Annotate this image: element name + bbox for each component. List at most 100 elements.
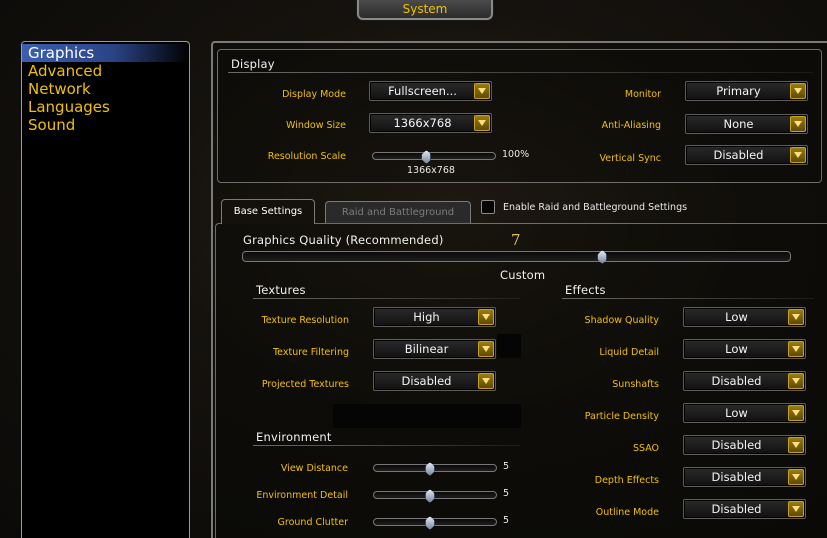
chevron-down-icon[interactable]	[478, 373, 494, 389]
vsync-label: Vertical Sync	[599, 153, 661, 164]
environment-detail-label: Environment Detail	[256, 490, 348, 501]
projected-textures-value: Disabled	[401, 374, 452, 388]
texture-filtering-dropdown[interactable]: Bilinear	[373, 339, 496, 359]
shadow-quality-dropdown[interactable]: Low	[683, 307, 806, 327]
view-distance-slider[interactable]	[373, 464, 497, 472]
display-divider	[228, 72, 813, 73]
ssao-dropdown[interactable]: Disabled	[683, 435, 806, 455]
window-size-label: Window Size	[286, 120, 346, 131]
display-mode-label: Display Mode	[282, 89, 346, 100]
category-graphics[interactable]: Graphics	[22, 44, 189, 62]
chevron-down-icon[interactable]	[790, 147, 806, 163]
sunshafts-value: Disabled	[711, 374, 762, 388]
display-mode-dropdown[interactable]: Fullscreen...	[369, 81, 492, 101]
chevron-down-icon[interactable]	[788, 309, 804, 325]
window-title: System	[357, 0, 493, 20]
resolution-scale-resolution: 1366x768	[407, 165, 455, 176]
resolution-scale-percent: 100%	[502, 149, 530, 160]
chevron-down-icon[interactable]	[788, 437, 804, 453]
outline-mode-value: Disabled	[711, 502, 762, 516]
anti-aliasing-value: None	[723, 117, 754, 131]
sunshafts-label: Sunshafts	[612, 379, 659, 390]
display-heading: Display	[231, 57, 275, 71]
monitor-label: Monitor	[624, 89, 661, 100]
ground-clutter-label: Ground Clutter	[277, 517, 348, 528]
vsync-dropdown[interactable]: Disabled	[685, 145, 808, 165]
textures-divider	[253, 298, 520, 299]
slider-thumb[interactable]	[424, 514, 434, 530]
enable-raid-checkbox[interactable]	[481, 200, 495, 214]
environment-detail-slider[interactable]	[373, 491, 497, 499]
ssao-value: Disabled	[711, 438, 762, 452]
resolution-scale-label: Resolution Scale	[267, 151, 346, 162]
particle-density-dropdown[interactable]: Low	[683, 403, 806, 423]
chevron-down-icon[interactable]	[788, 341, 804, 357]
texture-filtering-label: Texture Filtering	[272, 347, 349, 358]
outline-mode-dropdown[interactable]: Disabled	[683, 499, 806, 519]
chevron-down-icon[interactable]	[788, 373, 804, 389]
chevron-down-icon[interactable]	[474, 83, 490, 99]
particle-density-value: Low	[725, 406, 748, 420]
liquid-detail-label: Liquid Detail	[599, 347, 659, 358]
tab-raid-battleground[interactable]: Raid and Battleground	[325, 201, 471, 223]
monitor-value: Primary	[716, 84, 761, 98]
depth-effects-label: Depth Effects	[594, 475, 659, 486]
category-list: Graphics Advanced Network Languages Soun…	[21, 41, 190, 538]
textures-heading: Textures	[256, 283, 306, 297]
chevron-down-icon[interactable]	[478, 341, 494, 357]
environment-heading: Environment	[256, 430, 332, 444]
projected-textures-dropdown[interactable]: Disabled	[373, 371, 496, 391]
slider-thumb[interactable]	[420, 148, 430, 164]
window-size-value: 1366x768	[393, 116, 452, 130]
texture-resolution-label: Texture Resolution	[261, 315, 349, 326]
liquid-detail-value: Low	[725, 342, 748, 356]
slider-thumb[interactable]	[424, 460, 434, 476]
tab-base-settings[interactable]: Base Settings	[221, 199, 315, 224]
display-mode-value: Fullscreen...	[388, 84, 457, 98]
shadow-quality-label: Shadow Quality	[584, 315, 659, 326]
chevron-down-icon[interactable]	[790, 83, 806, 99]
empty-panel	[333, 404, 521, 428]
ground-clutter-value: 5	[503, 515, 510, 526]
graphics-quality-slider[interactable]	[242, 251, 791, 262]
graphics-quality-custom: Custom	[500, 268, 546, 282]
category-network[interactable]: Network	[22, 80, 189, 98]
effects-heading: Effects	[565, 283, 606, 297]
depth-effects-dropdown[interactable]: Disabled	[683, 467, 806, 487]
ground-clutter-slider[interactable]	[373, 518, 497, 526]
slider-thumb[interactable]	[596, 248, 606, 264]
view-distance-value: 5	[503, 461, 510, 472]
projected-textures-label: Projected Textures	[261, 379, 349, 390]
chevron-down-icon[interactable]	[788, 501, 804, 517]
outline-mode-label: Outline Mode	[595, 507, 659, 518]
chevron-down-icon[interactable]	[788, 405, 804, 421]
monitor-dropdown[interactable]: Primary	[685, 81, 808, 101]
texture-resolution-dropdown[interactable]: High	[373, 307, 496, 327]
ssao-label: SSAO	[632, 443, 659, 454]
texture-resolution-value: High	[413, 310, 440, 324]
resolution-scale-slider[interactable]	[372, 152, 496, 160]
view-distance-label: View Distance	[280, 463, 348, 474]
category-sound[interactable]: Sound	[22, 116, 189, 134]
slider-thumb[interactable]	[424, 487, 434, 503]
chevron-down-icon[interactable]	[478, 309, 494, 325]
texture-filtering-backdrop	[497, 334, 521, 358]
category-advanced[interactable]: Advanced	[22, 62, 189, 80]
texture-filtering-value: Bilinear	[404, 342, 449, 356]
effects-divider	[562, 298, 814, 299]
particle-density-label: Particle Density	[584, 411, 659, 422]
liquid-detail-dropdown[interactable]: Low	[683, 339, 806, 359]
category-languages[interactable]: Languages	[22, 98, 189, 116]
vsync-value: Disabled	[713, 148, 764, 162]
environment-detail-value: 5	[503, 488, 510, 499]
graphics-quality-label: Graphics Quality (Recommended)	[243, 233, 444, 247]
shadow-quality-value: Low	[725, 310, 748, 324]
environment-divider	[253, 445, 520, 446]
anti-aliasing-dropdown[interactable]: None	[685, 114, 808, 134]
chevron-down-icon[interactable]	[790, 116, 806, 132]
window-size-dropdown[interactable]: 1366x768	[369, 113, 492, 133]
sunshafts-dropdown[interactable]: Disabled	[683, 371, 806, 391]
chevron-down-icon[interactable]	[474, 115, 490, 131]
chevron-down-icon[interactable]	[788, 469, 804, 485]
anti-aliasing-label: Anti-Aliasing	[601, 120, 661, 131]
